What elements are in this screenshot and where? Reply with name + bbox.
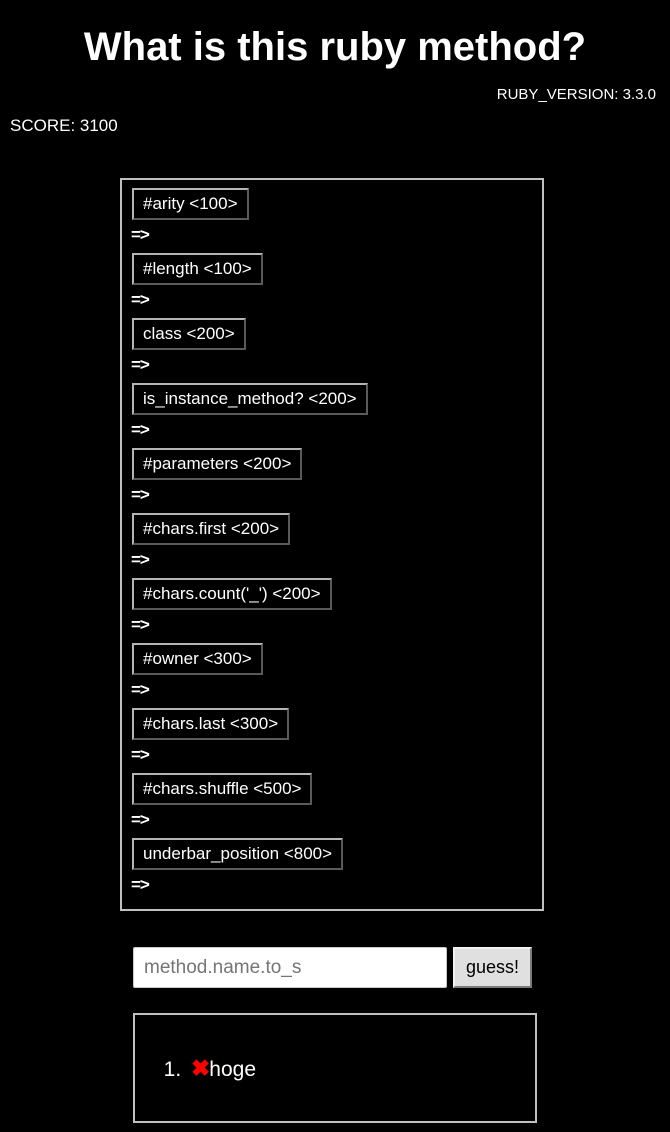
answer-item: ✖hoge xyxy=(187,1055,535,1083)
meta-block: RUBY_VERSION: 3.3.0 SCORE: 3100 xyxy=(0,72,670,136)
hint-row: #chars.count('_') <200> => xyxy=(130,576,534,635)
hint-result: => xyxy=(131,485,150,504)
hint-result: => xyxy=(131,745,150,764)
hint-result: => xyxy=(131,420,150,439)
hint-row: #length <100> => xyxy=(130,251,534,310)
hint-row: #chars.first <200> => xyxy=(130,511,534,570)
hint-button[interactable]: #arity <100> xyxy=(132,188,249,220)
wrong-icon: ✖ xyxy=(191,1055,210,1081)
hint-result: => xyxy=(131,225,150,244)
hint-row: #parameters <200> => xyxy=(130,446,534,505)
hints-container: #arity <100> => #length <100> => class <200>… xyxy=(120,178,544,911)
page-title: What is this ruby method? xyxy=(83,25,587,69)
hint-button[interactable]: class <200> xyxy=(132,318,246,350)
hint-result: => xyxy=(131,810,150,829)
hint-result: => xyxy=(131,290,150,309)
hint-result: => xyxy=(131,550,150,569)
hint-button[interactable]: #chars.first <200> xyxy=(132,513,291,545)
hint-result: => xyxy=(131,615,150,634)
hint-result: => xyxy=(131,875,150,894)
answer-text: hoge xyxy=(209,1058,256,1081)
hint-row: is_instance_method? <200> => xyxy=(130,381,534,440)
hint-button[interactable]: #chars.count('_') <200> xyxy=(132,578,332,610)
hint-row: #arity <100> => xyxy=(130,186,534,245)
answers-container: ✖hoge xyxy=(133,1013,537,1123)
hint-button[interactable]: #chars.shuffle <500> xyxy=(132,773,313,805)
hint-result: => xyxy=(131,680,150,699)
hint-row: underbar_position <800> => xyxy=(130,836,534,895)
hint-button[interactable]: #length <100> xyxy=(132,253,263,285)
hint-button[interactable]: underbar_position <800> xyxy=(132,838,344,870)
hint-button[interactable]: #owner <300> xyxy=(132,643,263,675)
score-label: SCORE: 3100 xyxy=(10,116,118,135)
guess-button[interactable]: guess! xyxy=(453,947,533,988)
ruby-version-label: RUBY_VERSION: 3.3.0 xyxy=(496,86,656,103)
guess-form: guess! xyxy=(133,947,553,988)
guess-input[interactable] xyxy=(133,947,447,988)
hint-row: #owner <300> => xyxy=(130,641,534,700)
hint-row: #chars.shuffle <500> => xyxy=(130,771,534,830)
hint-button[interactable]: #chars.last <300> xyxy=(132,708,290,740)
hint-row: #chars.last <300> => xyxy=(130,706,534,765)
hint-button[interactable]: is_instance_method? <200> xyxy=(132,383,368,415)
hint-button[interactable]: #parameters <200> xyxy=(132,448,303,480)
answers-list: ✖hoge xyxy=(135,1015,535,1083)
hint-result: => xyxy=(131,355,150,374)
hint-row: class <200> => xyxy=(130,316,534,375)
